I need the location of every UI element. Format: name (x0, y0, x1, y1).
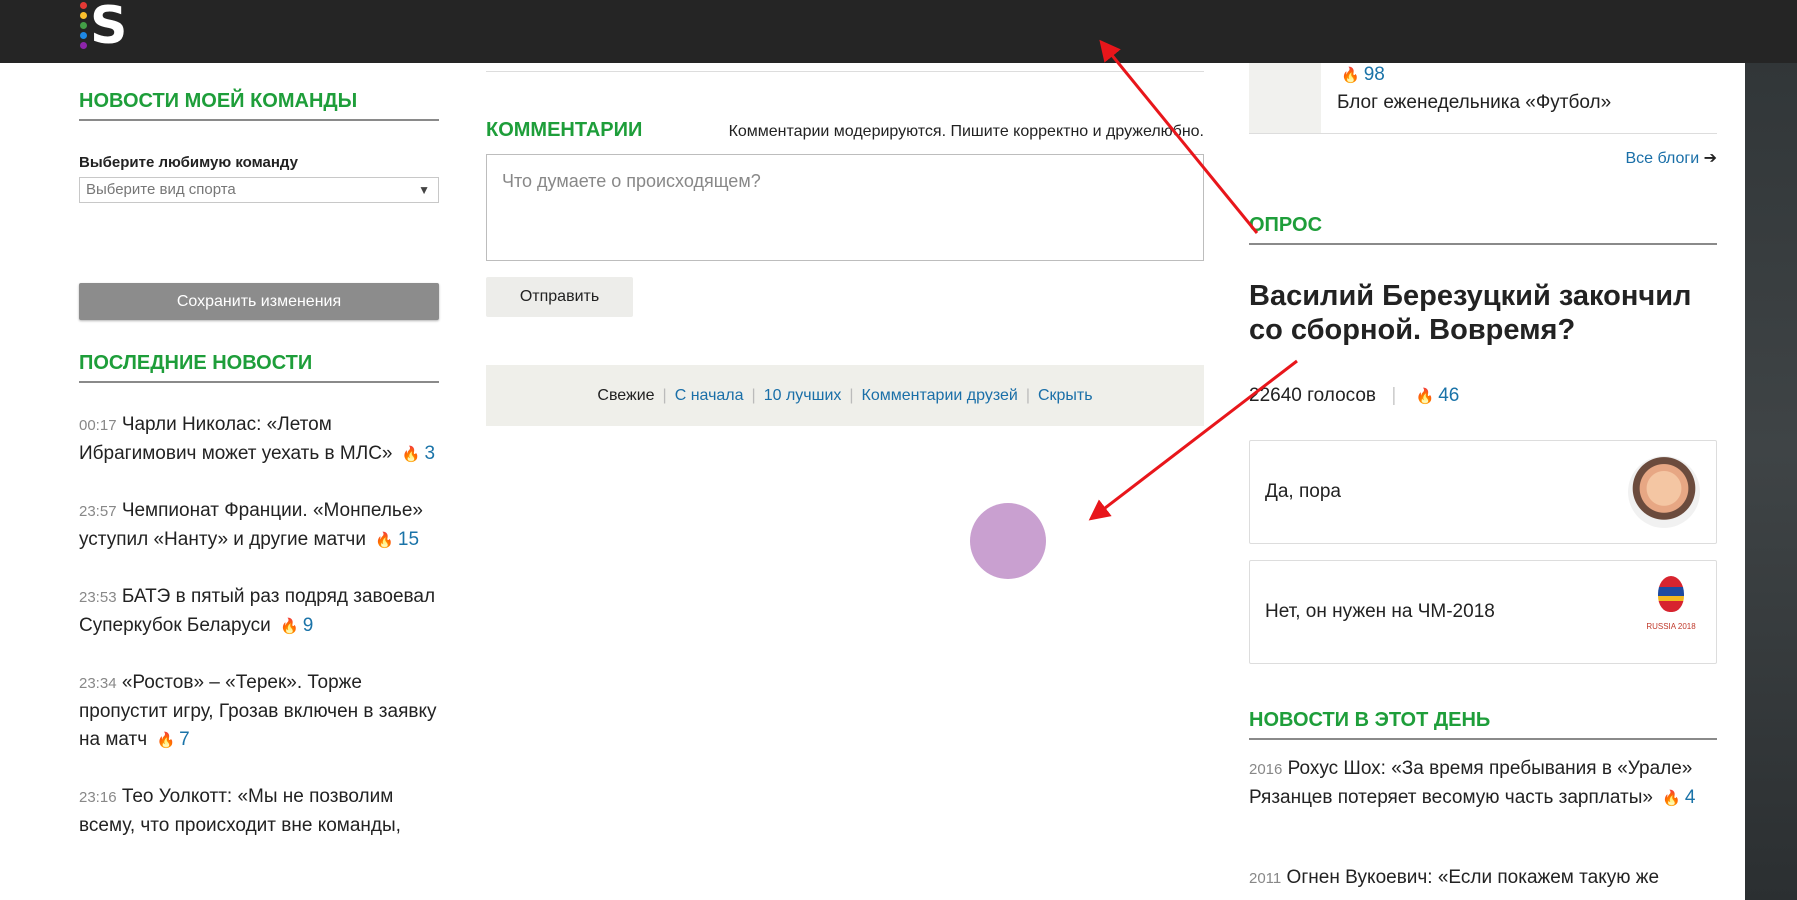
news-item[interactable]: 23:16 Тео Уолкотт: «Мы не позволим всему… (79, 783, 439, 840)
page-background-right (1745, 0, 1797, 900)
left-sidebar: НОВОСТИ МОЕЙ КОМАНДЫ Выберите любимую ко… (79, 90, 439, 840)
comment-count[interactable]: 4 (1685, 787, 1696, 808)
poll-option-no[interactable]: Нет, он нужен на ЧМ-2018 RUSSIA 2018 (1249, 560, 1717, 664)
sport-select[interactable]: Выберите вид спорта ▼ (79, 177, 439, 203)
click-marker-dot (970, 503, 1046, 579)
poll-option-label: Нет, он нужен на ЧМ-2018 (1265, 601, 1495, 622)
poll-question[interactable]: Василий Березуцкий закончил со сборной. … (1249, 279, 1717, 347)
news-item[interactable]: 00:17 Чарли Николас: «Летом Ибрагимович … (79, 411, 439, 469)
blog-thumbnail[interactable] (1249, 54, 1321, 134)
comments-section: КОММЕНТАРИИ Комментарии модерируются. Пи… (486, 71, 1204, 579)
news-time: 23:53 (79, 589, 117, 606)
fire-icon: 🔥 (401, 446, 421, 463)
news-item[interactable]: 23:53 БАТЭ в пятый раз подряд завоевал С… (79, 583, 439, 641)
news-item[interactable]: 23:34 «Ростов» – «Терек». Торже пропусти… (79, 669, 439, 755)
world-cup-logo-caption: RUSSIA 2018 (1646, 622, 1696, 631)
sort-top10[interactable]: 10 лучших (764, 387, 842, 405)
favorite-team-label: Выберите любимую команду (79, 154, 298, 171)
news-headline[interactable]: Чемпионат Франции. «Монпелье» уступил «Н… (79, 500, 423, 550)
poll-votes: 22640 голосов (1249, 385, 1377, 406)
hide-comments-link[interactable]: Скрыть (1038, 387, 1093, 405)
fire-icon: 🔥 (156, 732, 176, 749)
poll-title: ОПРОС (1249, 214, 1717, 245)
sport-select-value: Выберите вид спорта (86, 181, 236, 198)
comment-count[interactable]: 9 (303, 615, 314, 636)
divider (486, 71, 1204, 72)
fire-icon: 🔥 (1415, 388, 1435, 405)
news-headline[interactable]: Тео Уолкотт: «Мы не позволим всему, что … (79, 786, 401, 836)
blog-count[interactable]: 98 (1364, 64, 1385, 85)
site-logo[interactable]: S (80, 0, 130, 63)
comments-sort-bar: Свежие | С начала | 10 лучших | Коммента… (486, 365, 1204, 426)
news-time: 00:17 (79, 417, 117, 434)
top-navbar: S (0, 0, 1797, 63)
dropdown-arrow-icon: ▼ (418, 183, 430, 197)
separator: | (1025, 386, 1030, 404)
news-headline[interactable]: Огнен Вукоевич: «Если покажем такую же (1287, 867, 1660, 888)
comment-count[interactable]: 7 (179, 729, 190, 750)
logo-dot (80, 2, 87, 9)
separator: | (662, 386, 667, 404)
all-blogs-link[interactable]: Все блоги ➔ (1625, 148, 1717, 168)
poll-option-label: Да, пора (1265, 481, 1341, 502)
logo-dot (80, 32, 87, 39)
separator: | (1391, 385, 1397, 406)
blog-stats: 🔥 98 (1337, 64, 1385, 86)
logo-dots (80, 2, 88, 52)
logo-dot (80, 42, 87, 49)
day-news-item[interactable]: 2011 Огнен Вукоевич: «Если покажем такую… (1249, 864, 1717, 893)
comments-title: КОММЕНТАРИИ (486, 119, 643, 141)
logo-dot (80, 22, 87, 29)
day-news-item[interactable]: 2016 Рохус Шох: «За время пребывания в «… (1249, 755, 1717, 813)
divider (1249, 133, 1717, 134)
news-year: 2011 (1249, 870, 1282, 887)
poll-option-yes[interactable]: Да, пора (1249, 440, 1717, 544)
news-time: 23:57 (79, 503, 117, 520)
comment-count[interactable]: 3 (424, 443, 435, 464)
sort-friends[interactable]: Комментарии друзей (862, 387, 1018, 405)
world-cup-logo-icon: RUSSIA 2018 (1642, 572, 1700, 652)
all-blogs-label: Все блоги (1625, 150, 1700, 167)
news-headline[interactable]: Рохус Шох: «За время пребывания в «Урале… (1249, 758, 1692, 808)
news-time: 23:16 (79, 789, 117, 806)
news-headline[interactable]: Чарли Николас: «Летом Ибрагимович может … (79, 414, 392, 464)
latest-news-title: ПОСЛЕДНИЕ НОВОСТИ (79, 352, 439, 383)
poll-stats: 22640 голосов | 🔥 46 (1249, 385, 1459, 407)
latest-news-list: 00:17 Чарли Николас: «Летом Ибрагимович … (79, 411, 439, 840)
separator: | (849, 386, 854, 404)
news-item[interactable]: 23:57 Чемпионат Франции. «Монпелье» усту… (79, 497, 439, 555)
save-changes-button[interactable]: Сохранить изменения (79, 283, 439, 320)
on-this-day-title: НОВОСТИ В ЭТОТ ДЕНЬ (1249, 709, 1717, 740)
fire-icon: 🔥 (1341, 67, 1360, 84)
comments-header: КОММЕНТАРИИ Комментарии модерируются. Пи… (486, 119, 1204, 142)
poll-comment-count[interactable]: 46 (1438, 385, 1459, 406)
my-team-news-title: НОВОСТИ МОЕЙ КОМАНДЫ (79, 90, 439, 121)
blog-name[interactable]: Блог еженедельника «Футбол» (1337, 92, 1611, 114)
fire-icon: 🔥 (375, 532, 394, 549)
logo-letter: S (90, 0, 128, 56)
send-button[interactable]: Отправить (486, 277, 633, 317)
logo-dot (80, 12, 87, 19)
sort-from-start[interactable]: С начала (675, 387, 744, 405)
news-headline[interactable]: «Ростов» – «Терек». Торже пропустит игру… (79, 672, 436, 750)
sort-fresh[interactable]: Свежие (597, 387, 654, 405)
arrow-right-icon: ➔ (1703, 150, 1717, 167)
news-headline[interactable]: БАТЭ в пятый раз подряд завоевал Суперку… (79, 586, 435, 636)
fire-icon: 🔥 (280, 618, 299, 635)
comment-input[interactable]: Что думаете о происходящем? (486, 154, 1204, 261)
separator: | (751, 386, 756, 404)
news-year: 2016 (1249, 761, 1283, 778)
comments-note: Комментарии модерируются. Пишите коррект… (728, 123, 1204, 140)
page-content: НОВОСТИ МОЕЙ КОМАНДЫ Выберите любимую ко… (0, 0, 1745, 900)
fire-icon: 🔥 (1662, 790, 1681, 807)
news-time: 23:34 (79, 675, 117, 692)
comment-count[interactable]: 15 (398, 529, 419, 550)
player-photo-icon (1628, 456, 1700, 528)
